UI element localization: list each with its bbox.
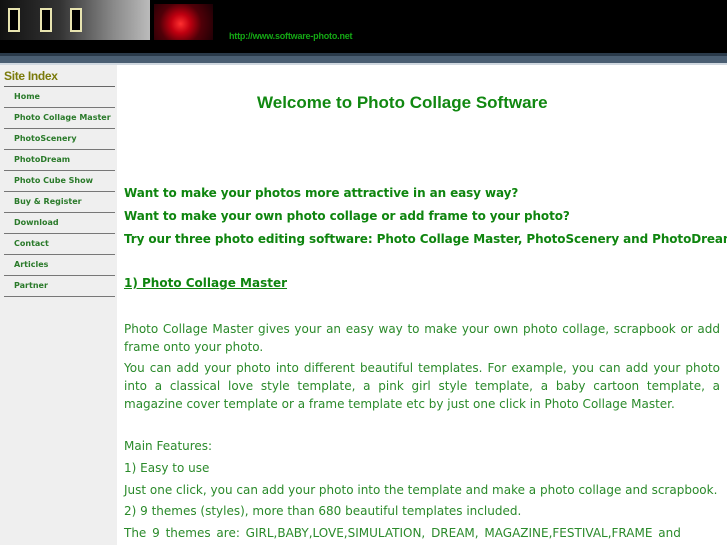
feature-item: 1) Easy to use xyxy=(124,461,210,475)
sidebar-item-label[interactable]: Contact xyxy=(14,239,49,248)
film-strip-logo xyxy=(0,0,150,40)
film-frame-icon xyxy=(40,8,52,32)
intro-line: Want to make your own photo collage or a… xyxy=(124,209,570,223)
header-divider-band xyxy=(0,56,727,63)
sidebar-item-contact[interactable]: Contact xyxy=(4,234,115,255)
sidebar-item-photo-collage-master[interactable]: Photo Collage Master xyxy=(4,108,115,129)
feature-item: 2) 9 themes (styles), more than 680 beau… xyxy=(124,504,522,518)
feature-description: Just one click, you can add your photo i… xyxy=(124,483,718,497)
sidebar-item-label[interactable]: Home xyxy=(14,92,40,101)
sidebar: Site Index Home Photo Collage Master Pho… xyxy=(0,65,117,545)
sidebar-item-label[interactable]: Articles xyxy=(14,260,48,269)
site-url[interactable]: http://www.software-photo.net xyxy=(229,31,353,41)
sidebar-item-partner[interactable]: Partner xyxy=(4,276,115,297)
sidebar-item-photoscenery[interactable]: PhotoScenery xyxy=(4,129,115,150)
header-photo-image xyxy=(154,4,213,40)
sidebar-item-download[interactable]: Download xyxy=(4,213,115,234)
sidebar-title: Site Index xyxy=(4,69,58,83)
paragraph-templates: You can add your photo into different be… xyxy=(124,361,720,411)
intro-line: Want to make your photos more attractive… xyxy=(124,186,519,200)
sidebar-item-label[interactable]: PhotoDream xyxy=(14,155,70,164)
sidebar-item-label[interactable]: Photo Cube Show xyxy=(14,176,93,185)
film-frame-icon xyxy=(70,8,82,32)
features-heading: Main Features: xyxy=(124,439,213,453)
sidebar-item-photo-cube-show[interactable]: Photo Cube Show xyxy=(4,171,115,192)
sidebar-nav: Home Photo Collage Master PhotoScenery P… xyxy=(4,87,115,297)
sidebar-item-buy-register[interactable]: Buy & Register xyxy=(4,192,115,213)
paragraph-intro: Photo Collage Master gives your an easy … xyxy=(124,322,720,354)
sidebar-item-label[interactable]: Buy & Register xyxy=(14,197,82,206)
site-header: http://www.software-photo.net xyxy=(0,0,727,53)
sidebar-item-label[interactable]: Download xyxy=(14,218,59,227)
sidebar-item-photodream[interactable]: PhotoDream xyxy=(4,150,115,171)
sidebar-item-label[interactable]: PhotoScenery xyxy=(14,134,77,143)
sidebar-item-articles[interactable]: Articles xyxy=(4,255,115,276)
section-link-photo-collage-master[interactable]: 1) Photo Collage Master xyxy=(124,276,287,290)
feature-description: The 9 themes are: GIRL,BABY,LOVE,SIMULAT… xyxy=(124,526,681,540)
sidebar-item-label[interactable]: Photo Collage Master xyxy=(14,113,111,122)
film-frame-icon xyxy=(8,8,20,32)
page-title: Welcome to Photo Collage Software xyxy=(257,93,548,112)
intro-line: Try our three photo editing software: Ph… xyxy=(124,232,727,246)
sidebar-item-home[interactable]: Home xyxy=(4,87,115,108)
sidebar-item-label[interactable]: Partner xyxy=(14,281,48,290)
